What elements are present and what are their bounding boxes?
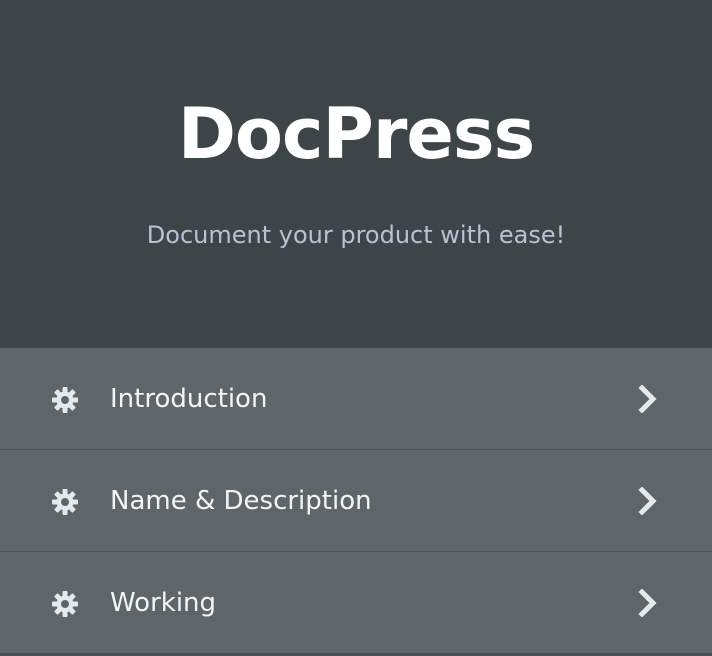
menu-item-introduction[interactable]: Introduction xyxy=(0,348,712,449)
menu-item-label: Name & Description xyxy=(110,486,372,516)
nav-menu: Introduction Name & Description Working xyxy=(0,348,712,656)
menu-item-label: Working xyxy=(110,588,217,618)
menu-item-name-description[interactable]: Name & Description xyxy=(0,450,712,551)
hero-header: DocPress Document your product with ease… xyxy=(0,0,712,348)
page-subtitle: Document your product with ease! xyxy=(146,221,566,249)
chevron-right-icon xyxy=(638,385,657,413)
page-title: DocPress xyxy=(177,93,535,175)
chevron-right-icon xyxy=(638,589,657,617)
gear-icon xyxy=(52,591,78,617)
gear-icon xyxy=(52,387,78,413)
gear-icon xyxy=(52,489,78,515)
chevron-right-icon xyxy=(638,487,657,515)
menu-item-working[interactable]: Working xyxy=(0,552,712,653)
menu-item-label: Introduction xyxy=(110,384,268,414)
